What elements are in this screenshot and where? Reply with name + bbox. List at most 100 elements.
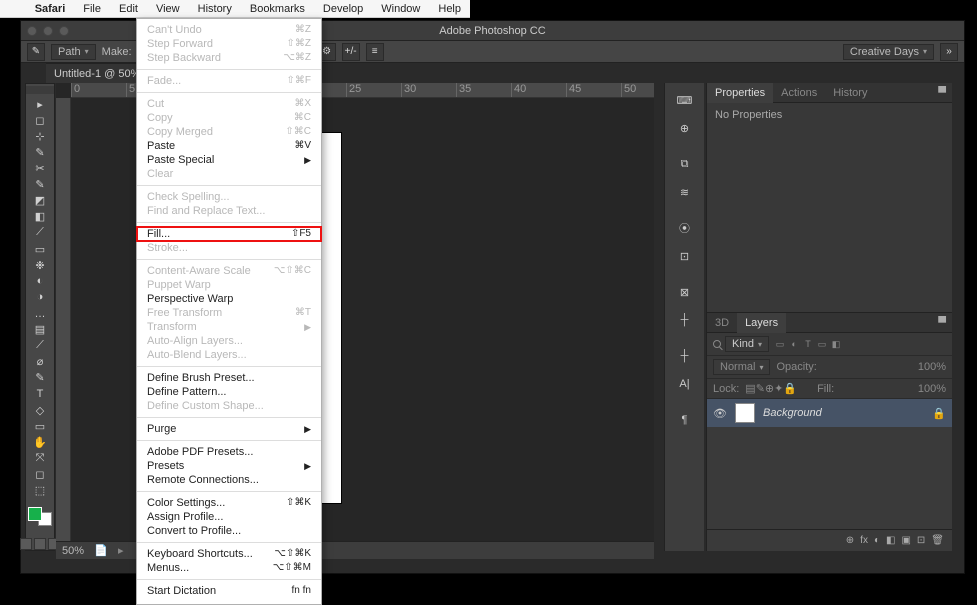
layers-footer-btn-0[interactable]: ⊕ (846, 535, 854, 546)
layer-filter-icon-4[interactable]: ◧ (829, 338, 843, 350)
mini-panel-10[interactable]: ¶ (670, 407, 700, 433)
tab-history[interactable]: History (825, 83, 875, 103)
mac-menu-safari[interactable]: Safari (26, 0, 75, 18)
options-icon-4[interactable]: ≡ (366, 43, 384, 61)
mac-menu-file[interactable]: File (74, 0, 110, 18)
edit-menu-color-settings-[interactable]: Color Settings...⇧⌘K (137, 496, 321, 510)
tool-slot-4[interactable]: ✂ (27, 160, 53, 176)
lock-option-2[interactable]: ⊕ (765, 383, 774, 395)
layers-panel-menu-icon[interactable]: ▀ (932, 317, 952, 329)
mac-menu-bookmarks[interactable]: Bookmarks (241, 0, 314, 18)
fill-value[interactable]: 100% (918, 383, 946, 395)
tools-collapse-handle[interactable] (26, 86, 54, 94)
mini-panel-2[interactable]: ⧉ (670, 151, 700, 177)
mini-panel-7[interactable]: ┼ (670, 307, 700, 333)
mac-menu-window[interactable]: Window (372, 0, 429, 18)
tool-slot-22[interactable]: ⤧ (27, 450, 53, 466)
blend-mode-select[interactable]: Normal▾ (713, 359, 770, 375)
layer-filter-icon-2[interactable]: T (801, 338, 815, 350)
edit-menu-presets[interactable]: Presets▶ (137, 459, 321, 473)
mac-menu-view[interactable]: View (147, 0, 189, 18)
layer-filter-icon-3[interactable]: ▭ (815, 338, 829, 350)
mac-menu-history[interactable]: History (189, 0, 241, 18)
tool-slot-15[interactable]: ⟋ (27, 338, 53, 354)
tool-slot-3[interactable]: ✎ (27, 144, 53, 160)
mac-menu-edit[interactable]: Edit (110, 0, 147, 18)
tool-slot-1[interactable]: ◻ (27, 112, 53, 128)
zoom-level[interactable]: 50% (62, 545, 84, 557)
tool-slot-10[interactable]: ❉ (27, 257, 53, 273)
layers-footer-btn-6[interactable]: 🗑 (931, 535, 944, 546)
layers-footer-btn-1[interactable]: fx (860, 535, 868, 546)
doc-size-icon[interactable]: 📄 (94, 544, 108, 557)
visibility-toggle-icon[interactable]: 👁 (713, 407, 727, 420)
close-window-button[interactable] (27, 26, 37, 36)
tool-slot-6[interactable]: ◩ (27, 193, 53, 209)
mini-panel-4[interactable]: ⦿ (670, 215, 700, 241)
tab-3d[interactable]: 3D (707, 313, 737, 333)
layer-thumbnail[interactable] (735, 403, 755, 423)
edit-menu-start-dictation[interactable]: Start Dictationfn fn (137, 584, 321, 598)
tool-slot-11[interactable]: ◐ (27, 273, 53, 289)
edit-menu-remote-connections-[interactable]: Remote Connections... (137, 473, 321, 487)
tool-slot-8[interactable]: ⟋ (27, 225, 53, 241)
layers-footer-btn-4[interactable]: ▣ (901, 535, 910, 546)
edit-menu-perspective-warp[interactable]: Perspective Warp (137, 292, 321, 306)
tool-slot-12[interactable]: ◑ (27, 289, 53, 305)
mini-panel-6[interactable]: ⊠ (670, 279, 700, 305)
mini-panel-1[interactable]: ⊕ (670, 115, 700, 141)
layer-filter-icon-1[interactable]: ◐ (787, 338, 801, 350)
tool-slot-13[interactable]: … (27, 305, 53, 321)
mac-menu-develop[interactable]: Develop (314, 0, 372, 18)
edit-menu-purge[interactable]: Purge▶ (137, 422, 321, 436)
tool-slot-16[interactable]: ⌀ (27, 354, 53, 370)
edit-menu-convert-to-profile-[interactable]: Convert to Profile... (137, 524, 321, 538)
layer-item-background[interactable]: 👁 Background 🔒 (707, 399, 952, 427)
options-icon-3[interactable]: +/- (342, 43, 360, 61)
layer-filter-kind[interactable]: Kind▾ (725, 336, 769, 352)
lock-option-4[interactable]: 🔒 (783, 383, 797, 395)
tool-slot-21[interactable]: ✋ (27, 434, 53, 450)
tab-layers[interactable]: Layers (737, 313, 786, 333)
lock-option-1[interactable]: ✎ (756, 383, 765, 395)
color-swatches[interactable] (28, 507, 52, 526)
tool-slot-17[interactable]: ✎ (27, 370, 53, 386)
tool-preset-icon[interactable]: ✎ (27, 43, 45, 61)
tab-properties[interactable]: Properties (707, 83, 773, 103)
tool-slot-9[interactable]: ▭ (27, 241, 53, 257)
lock-option-3[interactable]: ✦ (774, 383, 783, 395)
tool-slot-2[interactable]: ⊹ (27, 128, 53, 144)
mini-panel-8[interactable]: ┼ (670, 343, 700, 369)
layers-footer-btn-2[interactable]: ◐ (874, 535, 880, 546)
layer-filter-icon-0[interactable]: ▭ (773, 338, 787, 350)
edit-menu-paste[interactable]: Paste⌘V (137, 139, 321, 153)
path-mode-select[interactable]: Path▾ (51, 44, 96, 60)
edit-menu-paste-special[interactable]: Paste Special▶ (137, 153, 321, 167)
edit-menu-keyboard-shortcuts-[interactable]: Keyboard Shortcuts...⌥⇧⌘K (137, 547, 321, 561)
layers-footer-btn-3[interactable]: ◧ (886, 535, 895, 546)
mini-panel-9[interactable]: A| (670, 371, 700, 397)
tool-slot-7[interactable]: ◧ (27, 209, 53, 225)
tool-slot-23[interactable]: ◻ (27, 467, 53, 483)
opacity-value[interactable]: 100% (918, 361, 946, 373)
workspace-collapse-icon[interactable]: » (940, 43, 958, 61)
tool-slot-19[interactable]: ◇ (27, 402, 53, 418)
screenmode-full[interactable] (34, 538, 46, 550)
foreground-color-swatch[interactable] (28, 507, 42, 521)
minimize-window-button[interactable] (43, 26, 53, 36)
edit-menu-adobe-pdf-presets-[interactable]: Adobe PDF Presets... (137, 445, 321, 459)
edit-menu-assign-profile-[interactable]: Assign Profile... (137, 510, 321, 524)
mini-panel-0[interactable]: ⌨ (670, 87, 700, 113)
mini-panel-5[interactable]: ⊡ (670, 243, 700, 269)
mac-menu-help[interactable]: Help (429, 0, 470, 18)
lock-option-0[interactable]: ▤ (745, 383, 755, 395)
zoom-window-button[interactable] (59, 26, 69, 36)
workspace-switcher[interactable]: Creative Days▾ (843, 44, 934, 60)
properties-panel-menu-icon[interactable]: ▀ (932, 87, 952, 99)
layers-footer-btn-5[interactable]: ⊡ (917, 535, 925, 546)
tool-slot-14[interactable]: ▤ (27, 322, 53, 338)
tool-slot-20[interactable]: ▭ (27, 418, 53, 434)
tool-slot-24[interactable]: ⬚ (27, 483, 53, 499)
tool-slot-18[interactable]: T (27, 386, 53, 402)
edit-menu-fill-[interactable]: Fill...⇧F5 (137, 227, 321, 241)
